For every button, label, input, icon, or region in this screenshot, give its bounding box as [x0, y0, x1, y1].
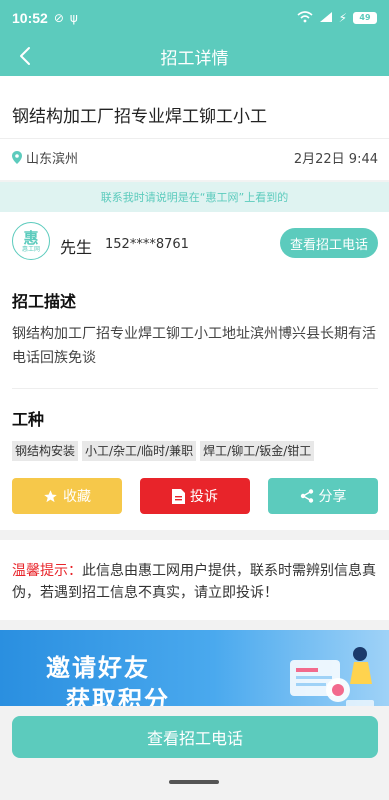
work-type-tag: 钢结构安装	[12, 441, 79, 461]
share-button[interactable]: 分享	[268, 478, 378, 514]
check-circle-icon: ⊘	[53, 11, 64, 25]
report-label: 投诉	[190, 489, 218, 505]
usb-icon: ψ	[69, 11, 78, 25]
tip-label: 温馨提示：	[12, 563, 82, 579]
contact-notice: 联系我时请说明是在“惠工网”上看到的	[0, 182, 389, 212]
description-heading: 招工描述	[12, 292, 77, 311]
work-type-tag: 焊工/铆工/钣金/钳工	[200, 441, 315, 461]
status-time: 10:52	[12, 10, 48, 26]
battery-icon: 49	[353, 12, 377, 24]
job-title: 钢结构加工厂招专业焊工铆工小工	[12, 107, 267, 127]
document-icon	[172, 488, 185, 504]
avatar: 惠 惠工网	[12, 222, 50, 260]
chevron-left-icon	[20, 47, 30, 65]
navbar: 招工详情	[0, 36, 389, 76]
work-type-heading: 工种	[12, 410, 45, 429]
job-location: 山东滨州	[12, 148, 78, 167]
view-phone-button[interactable]: 查看招工电话	[280, 228, 378, 258]
location-text: 山东滨州	[26, 152, 79, 167]
share-icon	[300, 489, 313, 503]
home-indicator[interactable]	[169, 780, 219, 784]
status-right: ⚡ 49	[297, 10, 377, 26]
contact-phone: 152****8761	[105, 237, 189, 252]
description-text: 钢结构加工厂招专业焊工铆工小工地址滨州博兴县长期有活电话回族免谈	[12, 326, 376, 366]
contact-name: 先生	[60, 238, 93, 257]
wifi-icon	[297, 10, 313, 26]
favorite-label: 收藏	[63, 489, 91, 505]
star-icon	[44, 489, 57, 502]
avatar-logo-subtext: 惠工网	[21, 245, 40, 253]
work-type-tag: 小工/杂工/临时/兼职	[82, 441, 197, 461]
view-phone-bottom-button[interactable]: 查看招工电话	[12, 716, 378, 758]
divider	[0, 138, 389, 139]
report-button[interactable]: 投诉	[140, 478, 250, 514]
location-pin-icon	[12, 151, 22, 164]
status-bar: 10:52 ⊘ ψ ⚡ 49	[0, 0, 389, 36]
banner-line1: 邀请好友	[46, 654, 150, 682]
posted-time: 2月22日 9:44	[293, 152, 378, 167]
back-button[interactable]	[12, 42, 40, 70]
favorite-button[interactable]: 收藏	[12, 478, 122, 514]
action-buttons: 收藏 投诉 分享	[12, 478, 378, 514]
avatar-logo-text: 惠	[23, 228, 39, 247]
page-title: 招工详情	[160, 48, 229, 69]
signal-icon	[319, 11, 333, 26]
share-label: 分享	[318, 489, 347, 505]
charging-icon: ⚡	[338, 11, 347, 25]
work-type-tags: 钢结构安装 小工/杂工/临时/兼职 焊工/铆工/钣金/钳工	[12, 441, 315, 461]
warm-tip: 温馨提示：此信息由惠工网用户提供，联系时需辨别信息真伪，若遇到招工信息不真实，请…	[12, 560, 382, 604]
divider	[12, 388, 378, 389]
